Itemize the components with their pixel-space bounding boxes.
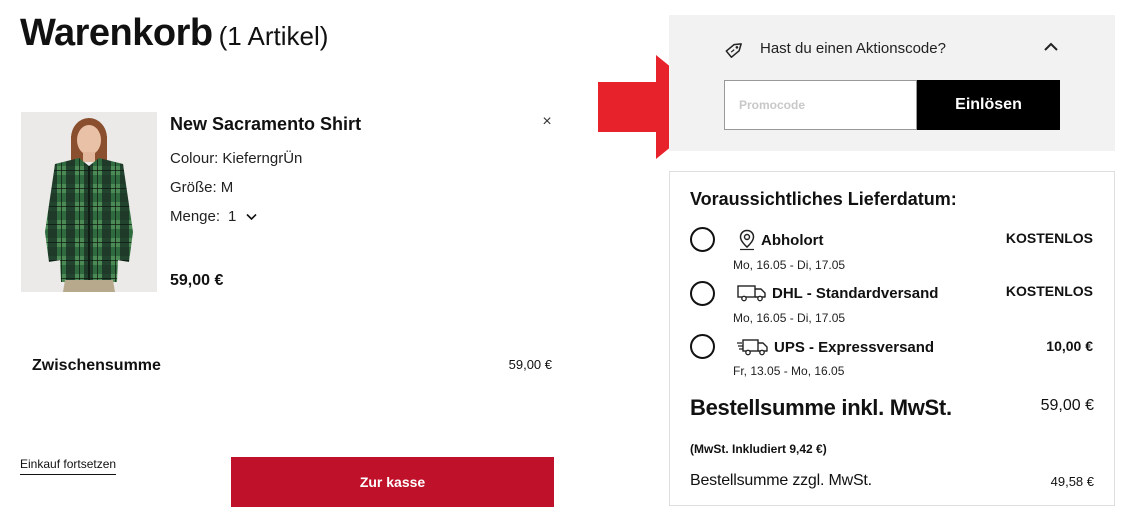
promo-code-input[interactable] xyxy=(724,80,917,130)
product-image[interactable] xyxy=(21,112,157,292)
shipping-price: 10,00 € xyxy=(1046,338,1093,354)
chevron-down-icon xyxy=(246,213,257,220)
shipping-name: DHL - Standardversand xyxy=(772,284,939,302)
order-total-label: Bestellsumme inkl. MwSt. xyxy=(690,395,952,420)
order-total-value: 59,00 € xyxy=(1040,397,1094,414)
net-total-value: 49,58 € xyxy=(1050,474,1094,489)
shipping-radio-pickup[interactable] xyxy=(690,227,715,252)
quantity-label: Menge: xyxy=(170,208,221,225)
page-title: Warenkorb (1 Artikel) xyxy=(20,12,328,55)
close-icon: × xyxy=(542,113,552,130)
shipping-date: Mo, 16.05 - Di, 17.05 xyxy=(733,258,846,272)
shipping-option-dhl[interactable]: DHL - Standardversand xyxy=(737,284,938,302)
shipping-name: Abholort xyxy=(761,231,824,249)
express-truck-icon xyxy=(737,339,768,356)
shipping-date: Mo, 16.05 - Di, 17.05 xyxy=(733,311,846,325)
shipping-radio-ups[interactable] xyxy=(690,334,715,359)
net-total-label: Bestellsumme zzgl. MwSt. xyxy=(690,472,872,489)
continue-shopping-link[interactable]: Einkauf fortsetzen xyxy=(20,457,117,475)
size-value: M xyxy=(220,179,234,196)
checkout-button[interactable]: Zur kasse xyxy=(231,457,554,507)
shipping-price: KOSTENLOS xyxy=(1005,283,1093,299)
promo-question[interactable]: Hast du einen Aktionscode? xyxy=(760,40,946,57)
remove-item-button[interactable]: × xyxy=(539,114,555,130)
shipping-option-pickup[interactable]: Abholort xyxy=(738,229,823,251)
redeem-button[interactable]: Einlösen xyxy=(917,80,1060,130)
subtotal-value: 59,00 € xyxy=(508,357,552,372)
delivery-title: Voraussichtliches Lieferdatum: xyxy=(690,189,957,209)
tag-icon xyxy=(725,43,742,58)
colour-value: KieferngrÜn xyxy=(222,150,303,167)
shipping-price: KOSTENLOS xyxy=(1005,230,1093,246)
cart-item-count: (1 Artikel) xyxy=(218,21,329,51)
vat-note: (MwSt. Inkludiert 9,42 €) xyxy=(690,442,827,456)
product-photo xyxy=(21,112,157,292)
product-colour: Colour: KieferngrÜn xyxy=(170,150,302,167)
shipping-radio-dhl[interactable] xyxy=(690,281,715,306)
shipping-name: UPS - Expressversand xyxy=(774,338,935,356)
location-pin-icon xyxy=(739,229,755,251)
truck-icon xyxy=(737,285,766,302)
colour-label: Colour: xyxy=(170,150,219,167)
product-quantity: Menge: 1 xyxy=(170,208,257,225)
subtotal-label: Zwischensumme xyxy=(32,357,161,374)
product-name[interactable]: New Sacramento Shirt xyxy=(170,114,361,135)
product-price: 59,00 € xyxy=(170,272,224,289)
shipping-date: Fr, 13.05 - Mo, 16.05 xyxy=(733,364,845,378)
size-label: Größe: xyxy=(170,179,217,196)
quantity-select[interactable]: 1 xyxy=(228,208,257,225)
shipping-option-ups[interactable]: UPS - Expressversand xyxy=(737,338,934,356)
chevron-up-icon[interactable] xyxy=(1042,40,1060,54)
cart-title: Warenkorb xyxy=(20,12,213,54)
quantity-value: 1 xyxy=(228,208,237,225)
product-size: Größe: M xyxy=(170,179,233,196)
